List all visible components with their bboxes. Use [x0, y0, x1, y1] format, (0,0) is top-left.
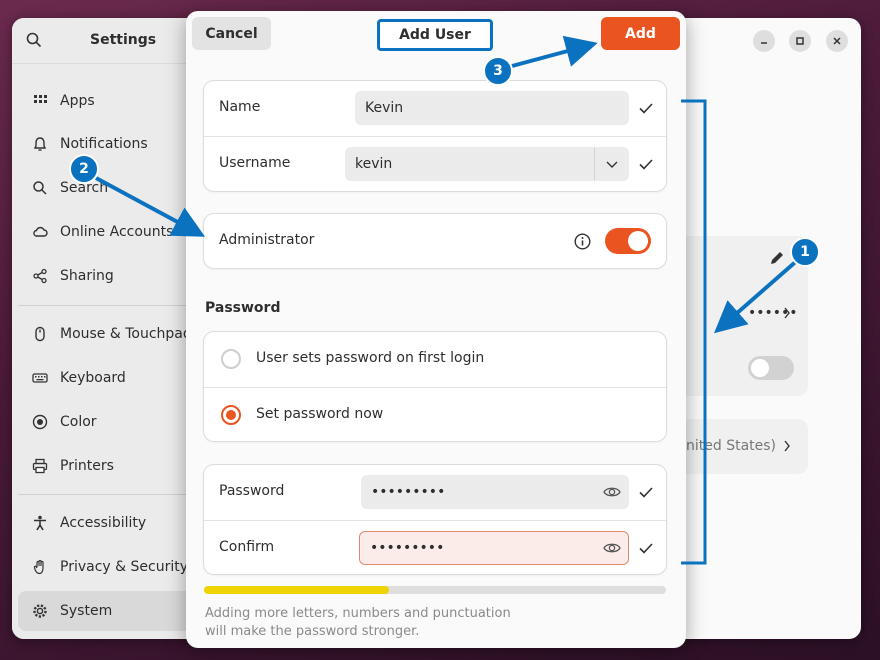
confirm-label: Confirm [219, 539, 275, 555]
combo-divider [594, 147, 595, 181]
bell-icon [33, 137, 47, 151]
printer-icon [32, 458, 48, 474]
administrator-card: Administrator [204, 214, 666, 268]
administrator-row: Administrator [204, 214, 666, 268]
sidebar-item-label: Mouse & Touchpad [60, 326, 192, 342]
chevron-down-icon[interactable] [605, 157, 619, 171]
username-combo-input[interactable] [345, 147, 629, 181]
password-mode-card: User sets password on first login Set pa… [204, 332, 666, 441]
mouse-icon [35, 326, 45, 342]
check-icon [639, 159, 653, 170]
radio-set-now-label: Set password now [256, 406, 384, 422]
search-icon [33, 181, 47, 195]
check-icon [639, 103, 653, 114]
sidebar-item-sharing[interactable]: Sharing [18, 256, 202, 296]
password-hint: Adding more letters, numbers and punctua… [205, 606, 511, 639]
sidebar-item-label: Accessibility [60, 515, 147, 531]
sidebar-item-mouse-touchpad[interactable]: Mouse & Touchpad [18, 314, 202, 354]
sidebar-item-label: Notifications [60, 136, 148, 152]
minimize-button[interactable] [753, 30, 775, 52]
maximize-button[interactable] [789, 30, 811, 52]
username-label: Username [219, 155, 291, 171]
password-strength-bar [204, 586, 666, 594]
settings-title: Settings [90, 32, 157, 48]
sidebar-item-accessibility[interactable]: Accessibility [18, 503, 202, 543]
password-strength-fill [204, 586, 389, 594]
sidebar-item-search[interactable]: Search [18, 168, 202, 208]
password-label: Password [219, 483, 285, 499]
name-row: Name [204, 81, 666, 136]
name-input[interactable] [355, 91, 629, 125]
add-button[interactable]: Add [601, 17, 680, 50]
close-button[interactable] [826, 30, 848, 52]
sidebar-item-online-accounts[interactable]: Online Accounts [18, 212, 202, 252]
sidebar-item-label: Sharing [60, 268, 114, 284]
sidebar-item-notifications[interactable]: Notifications [18, 124, 202, 164]
password-card: Password Confirm [204, 465, 666, 574]
info-icon[interactable] [574, 233, 591, 250]
annotation-badge-2: 2 [69, 154, 99, 184]
sidebar-item-label: Color [60, 414, 97, 430]
hand-icon [33, 559, 44, 575]
color-icon [32, 414, 48, 430]
cancel-button[interactable]: Cancel [192, 17, 271, 50]
add-user-dialog: Cancel Add User Add Name Username Admini… [186, 11, 686, 648]
dialog-title: Add User [377, 19, 493, 51]
sidebar-item-privacy-security[interactable]: Privacy & Security [18, 547, 202, 587]
settings-sidebar: Settings Apps Notifications Search Onlin… [12, 18, 208, 639]
administrator-label: Administrator [219, 232, 315, 248]
password-section-title: Password [205, 300, 281, 316]
edit-icon [771, 252, 783, 264]
background-language-text: nited States) [686, 438, 777, 454]
apps-grid-icon [34, 95, 47, 103]
radio-set-now[interactable] [221, 405, 241, 425]
radio-first-login-label: User sets password on first login [256, 350, 485, 366]
sidebar-item-label: Printers [60, 458, 114, 474]
confirm-input[interactable] [359, 531, 629, 565]
chevron-right-icon [784, 307, 790, 319]
search-icon[interactable] [26, 32, 42, 48]
sidebar-item-apps[interactable]: Apps [18, 81, 202, 121]
password-row: Password [204, 465, 666, 520]
radio-set-now-row[interactable]: Set password now [204, 387, 666, 441]
background-toggle[interactable] [748, 356, 794, 380]
check-icon [639, 487, 653, 498]
sidebar-divider [18, 494, 202, 495]
sidebar-item-label: Apps [60, 93, 95, 109]
minimize-icon [761, 42, 767, 44]
eye-icon[interactable] [603, 485, 621, 499]
sidebar-item-label: System [60, 603, 113, 619]
annotation-badge-1: 1 [790, 237, 820, 267]
eye-icon[interactable] [603, 541, 621, 555]
sidebar-item-system[interactable]: System [18, 591, 202, 631]
maximize-icon [796, 37, 804, 45]
check-icon [639, 543, 653, 554]
sidebar-item-keyboard[interactable]: Keyboard [18, 358, 202, 398]
sidebar-item-printers[interactable]: Printers [18, 446, 202, 486]
confirm-row: Confirm [204, 520, 666, 574]
sidebar-item-label: Keyboard [60, 370, 126, 386]
name-label: Name [219, 99, 261, 115]
identity-card: Name Username [204, 81, 666, 191]
sidebar-header: Settings [12, 18, 207, 64]
sidebar-item-label: Online Accounts [60, 224, 174, 240]
close-icon [833, 37, 841, 45]
chevron-right-icon [784, 440, 790, 452]
username-row: Username [204, 136, 666, 191]
password-input[interactable] [361, 475, 629, 509]
administrator-toggle[interactable] [605, 228, 651, 254]
keyboard-icon [32, 373, 48, 383]
radio-first-login[interactable] [221, 349, 241, 369]
sidebar-item-color[interactable]: Color [18, 402, 202, 442]
cloud-icon [33, 226, 48, 237]
sidebar-divider [18, 305, 202, 306]
gear-icon [33, 604, 47, 618]
annotation-badge-3: 3 [483, 56, 513, 86]
accessibility-icon [34, 515, 46, 531]
sidebar-item-label: Privacy & Security [60, 559, 188, 575]
radio-first-login-row[interactable]: User sets password on first login [204, 332, 666, 387]
share-icon [33, 268, 47, 284]
